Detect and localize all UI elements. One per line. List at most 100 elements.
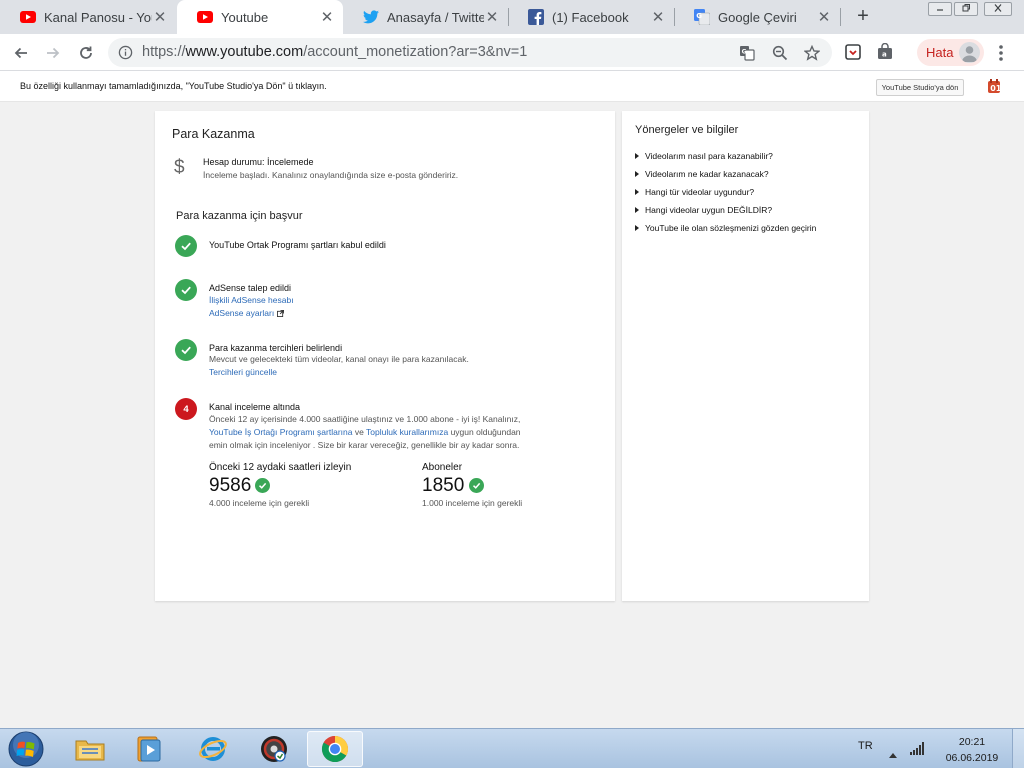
file-explorer-taskbar-button[interactable] <box>62 731 118 767</box>
reload-icon <box>80 46 92 59</box>
zoom-out-icon[interactable] <box>771 44 789 62</box>
facebook-icon <box>528 9 544 25</box>
tab-kanal-panosu[interactable]: Kanal Panosu - You ✕ <box>0 0 176 34</box>
restore-button[interactable] <box>954 2 978 16</box>
account-status-desc: İnceleme başladı. Kanalınız onaylandığın… <box>203 170 459 180</box>
close-icon[interactable]: ✕ <box>816 8 832 26</box>
avatar-icon <box>959 42 980 63</box>
svg-text:G: G <box>696 12 702 20</box>
step-number-badge: 4 <box>175 398 197 420</box>
forward-button[interactable] <box>40 40 66 66</box>
translate-icon[interactable]: G <box>738 44 756 62</box>
app-icon <box>261 736 287 762</box>
guideline-link-not-eligible[interactable]: Hangi videolar uygun DEĞİLDİR? <box>635 205 772 215</box>
back-button[interactable] <box>8 40 34 66</box>
url-host: www.youtube.com <box>185 44 304 60</box>
external-link-icon <box>277 309 285 317</box>
notifications-icon[interactable]: 01 <box>987 79 1002 94</box>
twitter-icon <box>363 9 379 25</box>
language-indicator[interactable]: TR <box>858 740 873 752</box>
extension-icon[interactable] <box>843 42 863 62</box>
youtube-icon <box>197 9 213 25</box>
explorer-icon <box>75 740 105 761</box>
profile-button[interactable]: Hata <box>917 39 984 66</box>
guideline-label: Hangi tür videolar uygundur? <box>645 187 755 197</box>
check-icon <box>255 478 270 493</box>
close-icon[interactable]: ✕ <box>650 8 666 26</box>
tab-strip: Kanal Panosu - You ✕ Youtube ✕ Anasayfa … <box>0 0 1024 34</box>
tab-youtube[interactable]: Youtube ✕ <box>177 0 343 34</box>
ypp-terms-link[interactable]: YouTube İş Ortağı Programı şartlarına <box>209 427 352 437</box>
return-to-studio-button[interactable]: YouTube Studio'ya dön <box>876 79 964 96</box>
tab-separator <box>674 8 675 26</box>
show-desktop-button[interactable] <box>1012 729 1024 768</box>
check-icon <box>175 279 197 301</box>
close-icon[interactable]: ✕ <box>484 8 500 26</box>
guideline-link-earn[interactable]: Videolarım nasıl para kazanabilir? <box>635 151 773 161</box>
tab-google-ceviri[interactable]: G Google Çeviri ✕ <box>674 0 840 34</box>
media-player-taskbar-button[interactable] <box>121 731 177 767</box>
shopping-bag-icon[interactable]: a <box>875 42 895 62</box>
app-taskbar-button[interactable] <box>246 731 302 767</box>
tab-facebook[interactable]: (1) Facebook ✕ <box>508 0 674 34</box>
review-desc-line2: YouTube İş Ortağı Programı şartlarına ve… <box>209 427 521 437</box>
watch-hours-note: 4.000 inceleme için gerekli <box>209 498 310 508</box>
clock-time: 20:21 <box>958 736 986 748</box>
svg-text:01: 01 <box>990 84 1001 93</box>
new-tab-button[interactable]: + <box>852 6 874 28</box>
studio-notice-bar: Bu özelliği kullanmayı tamamladığınızda,… <box>0 71 1024 102</box>
guideline-label: YouTube ile olan sözleşmenizi gözden geç… <box>645 223 817 233</box>
close-icon[interactable]: ✕ <box>152 8 168 26</box>
network-icon[interactable] <box>910 741 926 760</box>
tab-separator <box>508 8 509 26</box>
check-icon <box>175 235 197 257</box>
browser-toolbar: https://www.youtube.com/account_monetiza… <box>0 34 1024 71</box>
internet-explorer-taskbar-button[interactable] <box>185 731 241 767</box>
notice-text: Bu özelliği kullanmayı tamamladığınızda,… <box>20 81 327 91</box>
subscribers-label: Aboneler <box>422 462 463 473</box>
watch-hours-value: 9586 <box>209 475 252 496</box>
google-translate-icon: G <box>694 9 710 25</box>
bookmark-star-icon[interactable] <box>803 44 821 62</box>
address-bar[interactable]: https://www.youtube.com/account_monetiza… <box>108 38 832 67</box>
watch-hours-label: Önceki 12 aydaki saatleri izleyin <box>209 462 352 473</box>
check-icon <box>175 339 197 361</box>
reload-button[interactable] <box>73 40 99 66</box>
tab-title: (1) Facebook <box>552 9 629 25</box>
guideline-label: Videolarım ne kadar kazanacak? <box>645 169 769 179</box>
guideline-label: Videolarım nasıl para kazanabilir? <box>645 151 773 161</box>
more-menu-icon[interactable] <box>993 43 1009 63</box>
expand-arrow-icon <box>635 153 639 159</box>
guideline-label: Hangi videolar uygun DEĞİLDİR? <box>645 205 773 215</box>
page-title: Para Kazanma <box>172 127 255 141</box>
tab-twitter[interactable]: Anasayfa / Twitter ✕ <box>343 0 508 34</box>
adsense-settings-link[interactable]: AdSense ayarları <box>209 308 285 318</box>
step-adsense: AdSense talep edildi <box>209 283 292 293</box>
review-desc-and: ve <box>352 427 367 437</box>
guideline-link-how-much[interactable]: Videolarım ne kadar kazanacak? <box>635 169 769 179</box>
svg-text:a: a <box>882 51 887 59</box>
tab-title: Anasayfa / Twitter <box>387 9 484 25</box>
window-close-button[interactable] <box>984 2 1012 16</box>
show-hidden-icons-icon[interactable] <box>889 745 897 763</box>
expand-arrow-icon <box>635 207 639 213</box>
guidelines-title: Yönergeler ve bilgiler <box>635 124 739 136</box>
chrome-taskbar-button[interactable] <box>307 731 363 767</box>
linked-adsense-link[interactable]: İlişkili AdSense hesabı <box>209 295 294 305</box>
chrome-icon <box>321 735 349 763</box>
close-icon[interactable]: ✕ <box>319 8 335 26</box>
apply-heading: Para kazanma için başvur <box>176 210 303 222</box>
subscribers-value: 1850 <box>422 475 465 496</box>
guideline-link-eligible[interactable]: Hangi tür videolar uygundur? <box>635 187 754 197</box>
step-ypp-terms: YouTube Ortak Programı şartları kabul ed… <box>209 240 386 250</box>
tab-title: Kanal Panosu - You <box>44 9 152 25</box>
guideline-link-agreement[interactable]: YouTube ile olan sözleşmenizi gözden geç… <box>635 223 816 233</box>
account-status-label: Hesap durumu: İncelemede <box>203 157 314 167</box>
community-guidelines-link[interactable]: Topluluk kurallarımıza <box>366 427 448 437</box>
update-preferences-link[interactable]: Tercihleri güncelle <box>209 367 277 377</box>
system-clock[interactable]: 20:21 06.06.2019 <box>940 734 1004 766</box>
minimize-button[interactable] <box>928 2 952 16</box>
svg-text:G: G <box>742 49 747 56</box>
tab-separator <box>840 8 841 26</box>
start-button[interactable] <box>6 730 46 768</box>
